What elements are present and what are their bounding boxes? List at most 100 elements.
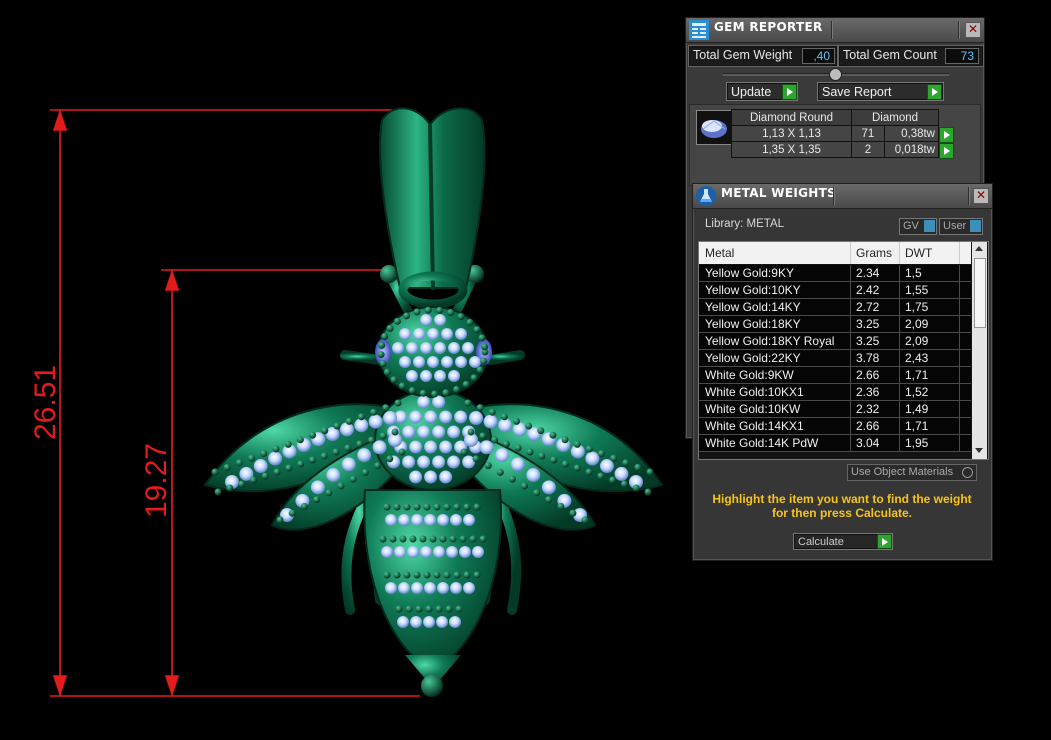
- table-row[interactable]: White Gold:9KW 2.66 1,71: [699, 367, 971, 384]
- diamond-stone: [472, 546, 484, 558]
- diamond-stone: [420, 546, 432, 558]
- calculate-play-icon[interactable]: [877, 534, 892, 549]
- table-row[interactable]: Yellow Gold:18KY Royal 3.25 2,09: [699, 333, 971, 350]
- table-scrollbar[interactable]: [972, 242, 987, 459]
- scroll-up-icon[interactable]: [975, 246, 983, 251]
- diamond-stone: [434, 370, 446, 382]
- metal-bead: [425, 605, 433, 613]
- metal-bead: [573, 464, 581, 472]
- grams-value: 3.25: [856, 334, 880, 348]
- save-report-play-icon[interactable]: [927, 84, 942, 100]
- gem-row-play-icon[interactable]: [939, 126, 954, 143]
- grams-value: 2.32: [856, 402, 880, 416]
- table-row[interactable]: Yellow Gold:14KY 2.72 1,75: [699, 299, 971, 316]
- update-play-icon[interactable]: [782, 84, 797, 100]
- metal-bead: [284, 440, 292, 448]
- save-report-button[interactable]: Save Report: [818, 83, 943, 100]
- dwt-column-header[interactable]: DWT: [905, 246, 932, 260]
- scroll-down-icon[interactable]: [975, 448, 983, 453]
- dwt-value: 2,09: [905, 334, 929, 348]
- metal-weights-close-button[interactable]: ✕: [973, 188, 989, 204]
- diamond-stone: [462, 342, 474, 354]
- gem-row[interactable]: 1,35 X 1,35 2 0,018tw: [731, 141, 960, 159]
- table-row[interactable]: Yellow Gold:10KY 2.42 1,55: [699, 282, 971, 299]
- metal-bead: [415, 605, 423, 613]
- metal-bead: [405, 605, 413, 613]
- gem-thumbnail[interactable]: [696, 110, 732, 145]
- metal-bead: [272, 445, 280, 453]
- table-row[interactable]: Yellow Gold:22KY 3.78 2,43: [699, 350, 971, 367]
- bee-pendant-model[interactable]: [203, 107, 664, 697]
- use-object-materials-toggle[interactable]: Use Object Materials: [847, 464, 977, 481]
- metal-bead: [480, 357, 488, 365]
- metal-bead: [393, 317, 401, 325]
- gv-toggle[interactable]: GV: [899, 218, 937, 235]
- grams-column-header[interactable]: Grams: [856, 246, 892, 260]
- table-row[interactable]: Yellow Gold:18KY 3.25 2,09: [699, 316, 971, 333]
- metal-bead: [349, 475, 357, 483]
- diamond-stone: [420, 314, 432, 326]
- metal-bead: [521, 482, 528, 490]
- grid-report-icon: [689, 20, 709, 40]
- diamond-stone: [447, 455, 461, 469]
- metal-bead: [526, 448, 534, 456]
- metal-bead: [333, 422, 341, 430]
- metal-bead: [249, 476, 257, 484]
- diamond-stone: [394, 546, 406, 558]
- grams-value: 2.34: [856, 266, 880, 280]
- table-row[interactable]: Yellow Gold:9KY 2.34 1,5: [699, 265, 971, 282]
- metal-bead: [443, 503, 451, 511]
- metal-name: Yellow Gold:14KY: [705, 300, 801, 314]
- dwt-value: 2,09: [905, 317, 929, 331]
- diamond-stone: [455, 328, 467, 340]
- metal-weights-titlebar[interactable]: METAL WEIGHTS ✕: [693, 184, 992, 209]
- diamond-stone: [454, 410, 468, 424]
- diamond-stone: [459, 546, 471, 558]
- metal-bead: [419, 389, 427, 397]
- diamond-stone: [326, 468, 341, 483]
- gem-reporter-close-button[interactable]: ✕: [965, 22, 981, 38]
- metal-bead: [533, 489, 541, 497]
- metal-bead: [433, 571, 441, 579]
- metal-bead: [435, 605, 443, 613]
- metal-bead: [238, 480, 246, 488]
- user-toggle[interactable]: User: [939, 218, 983, 235]
- gem-row-play-icon[interactable]: [939, 142, 954, 159]
- metal-bead: [356, 440, 364, 448]
- splitter-grip-icon[interactable]: [829, 68, 842, 81]
- metal-bead: [370, 408, 378, 416]
- metal-bead: [403, 571, 411, 579]
- metal-weights-table[interactable]: Metal Grams DWT Yellow Gold:9KY 2.34 1,5 Ye…: [698, 241, 989, 460]
- dwt-value: 1,75: [905, 300, 929, 314]
- metal-bead: [585, 468, 593, 476]
- diamond-stone: [469, 411, 483, 425]
- metal-bead: [445, 605, 453, 613]
- diamond-stone: [392, 342, 404, 354]
- metal-column-header[interactable]: Metal: [705, 246, 734, 260]
- diamond-stone: [455, 356, 467, 368]
- scroll-thumb[interactable]: [974, 258, 986, 328]
- diamond-stone: [417, 425, 431, 439]
- grams-value: 2.72: [856, 300, 880, 314]
- table-row[interactable]: White Gold:14K PdW 3.04 1,95: [699, 435, 971, 452]
- table-header: Metal Grams DWT: [699, 242, 971, 264]
- flask-icon: [696, 186, 716, 206]
- table-row[interactable]: White Gold:10KX1 2.36 1,52: [699, 384, 971, 401]
- metal-bead: [632, 484, 640, 492]
- metal-bead: [357, 413, 365, 421]
- table-row[interactable]: White Gold:14KX1 2.66 1,71: [699, 418, 971, 435]
- gem-reporter-titlebar[interactable]: GEM REPORTER ✕: [686, 18, 984, 43]
- metal-bead: [433, 503, 441, 511]
- diamond-stone: [339, 422, 354, 437]
- diamond-stone: [402, 455, 416, 469]
- gem-row[interactable]: 1,13 X 1,13 71 0,38tw: [731, 125, 960, 143]
- total-gem-count-value: 73: [945, 48, 979, 64]
- diamond-stone: [406, 342, 418, 354]
- diamond-stone: [381, 546, 393, 558]
- table-row[interactable]: White Gold:10KW 2.32 1,49: [699, 401, 971, 418]
- grams-value: 2.36: [856, 385, 880, 399]
- metal-bead: [308, 456, 316, 464]
- diamond-stone: [253, 459, 268, 474]
- metal-bead: [288, 509, 296, 517]
- diamond-stone: [424, 440, 438, 454]
